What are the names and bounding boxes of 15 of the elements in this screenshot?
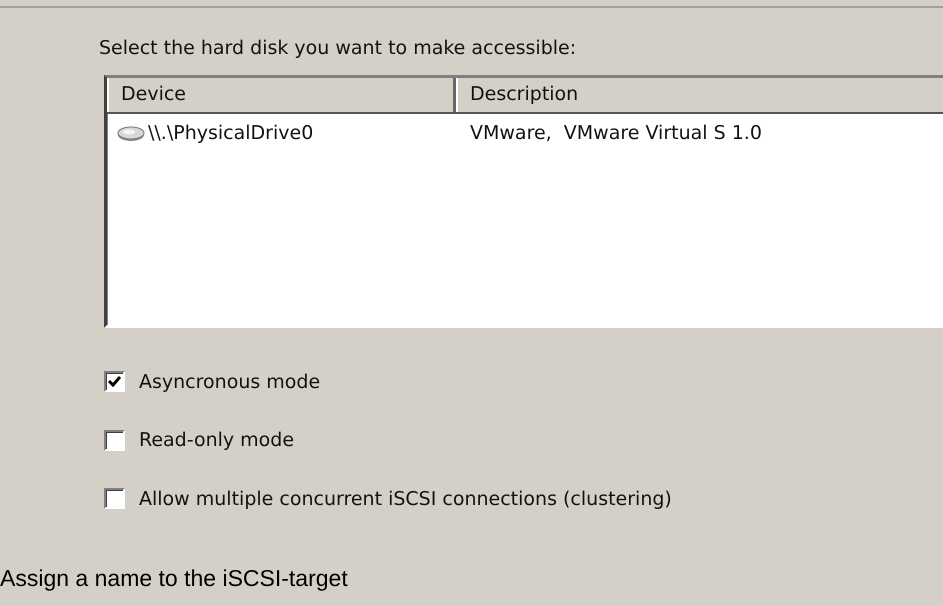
- checkbox-label[interactable]: Allow multiple concurrent iSCSI connections (clustering): [139, 484, 672, 513]
- instruction-text: Select the hard disk you want to make accessible:: [99, 36, 578, 61]
- hard-disk-icon: [117, 126, 145, 142]
- checkmark-icon: [107, 375, 122, 388]
- checkbox-label[interactable]: Asyncronous mode: [139, 368, 320, 396]
- column-header[interactable]: Device: [107, 78, 456, 112]
- description-cell-text: VMware, VMware Virtual S 1.0: [469, 121, 762, 146]
- checkbox[interactable]: [104, 371, 125, 392]
- disk-list[interactable]: Device Description \\.\PhysicalDrive0 VMware, VMware Virtual S 1.0: [104, 74, 943, 328]
- section-caption: Assign a name to the iSCSI-target: [0, 564, 349, 593]
- device-cell-text: \\.\PhysicalDrive0: [148, 121, 314, 146]
- column-header[interactable]: Description: [456, 78, 943, 112]
- checkbox[interactable]: [104, 488, 125, 510]
- checkbox[interactable]: [104, 430, 125, 451]
- checkbox-label[interactable]: Read-only mode: [139, 426, 294, 454]
